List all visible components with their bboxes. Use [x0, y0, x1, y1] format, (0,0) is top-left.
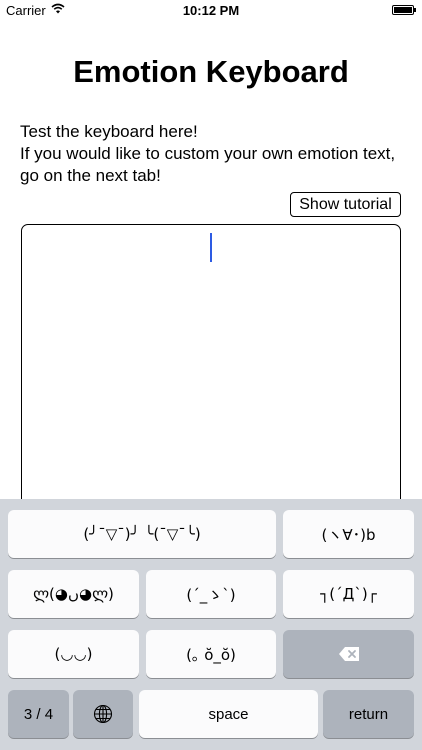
- intro-line-2: If you would like to custom your own emo…: [20, 144, 396, 185]
- page-indicator-key[interactable]: 3 / 4: [8, 690, 69, 738]
- backspace-icon: [338, 647, 359, 661]
- status-time: 10:12 PM: [182, 3, 240, 18]
- page-title: Emotion Keyboard: [73, 54, 349, 89]
- emoticon-key[interactable]: (｡ ŏ_ŏ): [146, 630, 276, 678]
- space-key[interactable]: space: [139, 690, 318, 738]
- emoticon-key[interactable]: (ヽ∀･)b: [283, 510, 414, 558]
- backspace-key[interactable]: [283, 630, 414, 678]
- test-text-area[interactable]: [21, 224, 401, 524]
- intro-text: Test the keyboard here! If you would lik…: [20, 121, 410, 187]
- emoticon-key[interactable]: (´_ゝ`): [146, 570, 276, 618]
- return-key[interactable]: return: [323, 690, 414, 738]
- text-caret: [210, 233, 212, 262]
- globe-key[interactable]: [73, 690, 133, 738]
- show-tutorial-button[interactable]: Show tutorial: [290, 192, 401, 217]
- emoticon-key[interactable]: ┐(´Д`)┌: [283, 570, 414, 618]
- emoticon-key[interactable]: ლ(◕ں◕ლ): [8, 570, 139, 618]
- emoticon-key[interactable]: (╯¯▽¯)╯ ╰(¯▽¯╰): [8, 510, 276, 558]
- intro-line-1: Test the keyboard here!: [20, 122, 198, 141]
- emotion-keyboard: (╯¯▽¯)╯ ╰(¯▽¯╰) (ヽ∀･)b ლ(◕ں◕ლ) (´_ゝ`) ┐(…: [0, 499, 422, 750]
- emoticon-key[interactable]: (◡◡): [8, 630, 139, 678]
- status-bar: Carrier 10:12 PM: [0, 0, 422, 22]
- battery-icon: [392, 5, 416, 15]
- globe-icon: [93, 704, 113, 724]
